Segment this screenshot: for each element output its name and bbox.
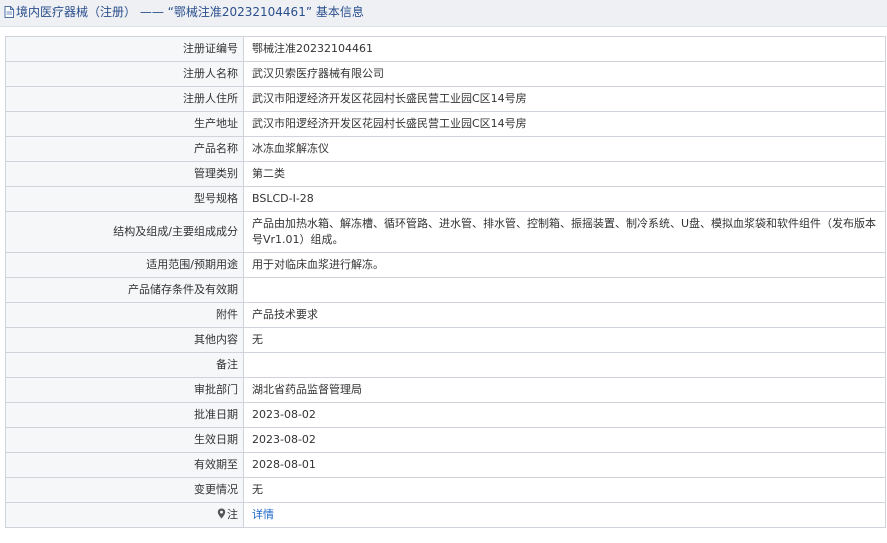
field-value: 冰冻血浆解冻仪 (243, 136, 886, 162)
field-value: 产品由加热水箱、解冻槽、循环管路、进水管、排水管、控制箱、振摇装置、制冷系统、U… (243, 211, 886, 253)
field-value: 产品技术要求 (243, 302, 886, 328)
page-title: 境内医疗器械（注册） —— “鄂械注准20232104461” 基本信息 (16, 5, 364, 19)
info-row: 有效期至 2028-08-01 (5, 452, 886, 478)
field-label: 管理类别 (5, 161, 244, 187)
page-header: 境内医疗器械（注册） —— “鄂械注准20232104461” 基本信息 (0, 0, 887, 27)
info-row: 管理类别 第二类 (5, 161, 886, 187)
field-label: 其他内容 (5, 327, 244, 353)
field-value: BSLCD-I-28 (243, 186, 886, 212)
field-value: 武汉市阳逻经济开发区花园村长盛民营工业园C区14号房 (243, 86, 886, 112)
info-row: 产品名称 冰冻血浆解冻仪 (5, 136, 886, 162)
basic-info-table: 注册证编号 鄂械注准20232104461 注册人名称 武汉贝索医疗器械有限公司 注册人… (5, 36, 886, 528)
field-label: 变更情况 (5, 477, 244, 503)
map-pin-icon (217, 508, 226, 524)
field-label: 注册人住所 (5, 86, 244, 112)
info-row: 注册证编号 鄂械注准20232104461 (5, 36, 886, 62)
note-label-cell: 注 (5, 502, 244, 528)
info-row: 注册人名称 武汉贝索医疗器械有限公司 (5, 61, 886, 87)
field-value: 2023-08-02 (243, 402, 886, 428)
field-label: 注册人名称 (5, 61, 244, 87)
info-row: 结构及组成/主要组成成分 产品由加热水箱、解冻槽、循环管路、进水管、排水管、控制箱… (5, 211, 886, 253)
field-label: 批准日期 (5, 402, 244, 428)
info-row: 其他内容无 (5, 327, 886, 353)
info-row: 适用范围/预期用途 用于对临床血浆进行解冻。 (5, 252, 886, 278)
field-value: 用于对临床血浆进行解冻。 (243, 252, 886, 278)
field-label: 适用范围/预期用途 (5, 252, 244, 278)
field-label: 产品名称 (5, 136, 244, 162)
info-row: 审批部门 湖北省药品监督管理局 (5, 377, 886, 403)
field-value: 武汉贝索医疗器械有限公司 (243, 61, 886, 87)
info-row: 型号规格 BSLCD-I-28 (5, 186, 886, 212)
field-label: 有效期至 (5, 452, 244, 478)
details-link[interactable]: 详情 (252, 508, 274, 521)
field-value: 武汉市阳逻经济开发区花园村长盛民营工业园C区14号房 (243, 111, 886, 137)
info-row: 生效日期 2023-08-02 (5, 427, 886, 453)
field-label: 备注 (5, 352, 244, 378)
field-value (243, 352, 886, 378)
field-value: 无 (243, 477, 886, 503)
field-value: 第二类 (243, 161, 886, 187)
field-label: 生产地址 (5, 111, 244, 137)
info-row: 批准日期 2023-08-02 (5, 402, 886, 428)
field-value: 鄂械注准20232104461 (243, 36, 886, 62)
field-label: 结构及组成/主要组成成分 (5, 211, 244, 253)
field-value: 2028-08-01 (243, 452, 886, 478)
field-label: 注册证编号 (5, 36, 244, 62)
note-value-cell: 详情 (243, 502, 886, 528)
field-value: 2023-08-02 (243, 427, 886, 453)
field-label: 审批部门 (5, 377, 244, 403)
field-label: 型号规格 (5, 186, 244, 212)
note-row: 注 详情 (5, 502, 886, 528)
info-row: 生产地址 武汉市阳逻经济开发区花园村长盛民营工业园C区14号房 (5, 111, 886, 137)
note-label: 注 (227, 507, 238, 521)
info-row: 变更情况无 (5, 477, 886, 503)
field-label: 产品储存条件及有效期 (5, 277, 244, 303)
field-value: 湖北省药品监督管理局 (243, 377, 886, 403)
field-label: 生效日期 (5, 427, 244, 453)
info-row: 附件 产品技术要求 (5, 302, 886, 328)
field-value: 无 (243, 327, 886, 353)
info-row: 注册人住所 武汉市阳逻经济开发区花园村长盛民营工业园C区14号房 (5, 86, 886, 112)
info-row: 产品储存条件及有效期 (5, 277, 886, 303)
field-value (243, 277, 886, 303)
info-row: 备注 (5, 352, 886, 378)
field-label: 附件 (5, 302, 244, 328)
document-icon (4, 2, 14, 27)
